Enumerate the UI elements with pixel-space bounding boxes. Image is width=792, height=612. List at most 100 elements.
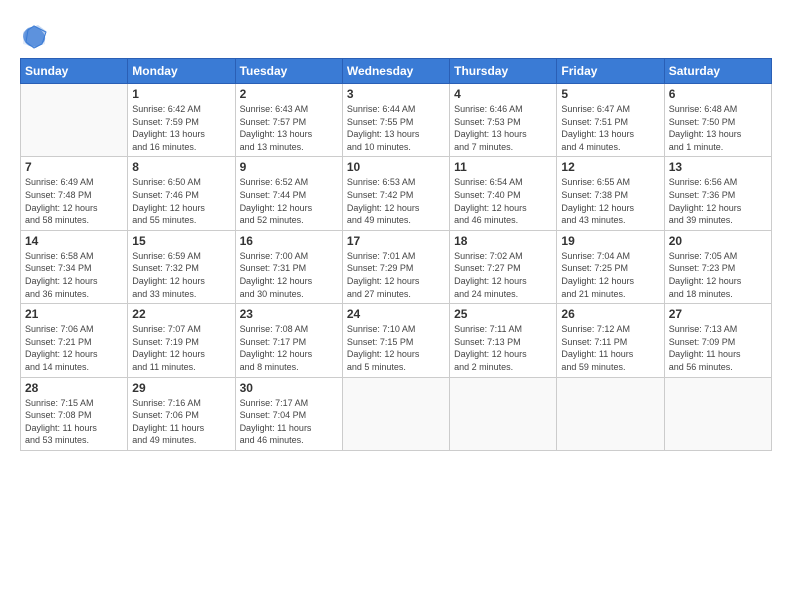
day-cell: 16 Sunrise: 7:00 AM Sunset: 7:31 PM Dayli… <box>235 230 342 303</box>
day-info: Sunrise: 6:46 AM Sunset: 7:53 PM Dayligh… <box>454 103 552 153</box>
day-info: Sunrise: 7:12 AM Sunset: 7:11 PM Dayligh… <box>561 323 659 373</box>
day-number: 7 <box>25 160 123 174</box>
day-cell: 15Sunrise: 6:59 AM Sunset: 7:32 PM Dayli… <box>128 230 235 303</box>
day-info: Sunrise: 7:15 AM Sunset: 7:08 PM Dayligh… <box>25 397 123 447</box>
weekday-header-monday: Monday <box>128 59 235 84</box>
day-number: 27 <box>669 307 767 321</box>
day-cell <box>664 377 771 450</box>
day-number: 17 <box>347 234 445 248</box>
day-number: 25 <box>454 307 552 321</box>
day-number: 10 <box>347 160 445 174</box>
day-number: 3 <box>347 87 445 101</box>
day-info: Sunrise: 6:42 AM Sunset: 7:59 PM Dayligh… <box>132 103 230 153</box>
day-info: Sunrise: 7:06 AM Sunset: 7:21 PM Dayligh… <box>25 323 123 373</box>
day-cell: 14 Sunrise: 6:58 AM Sunset: 7:34 PM Dayli… <box>21 230 128 303</box>
day-number: 9 <box>240 160 338 174</box>
day-number: 11 <box>454 160 552 174</box>
day-info: Sunrise: 6:48 AM Sunset: 7:50 PM Dayligh… <box>669 103 767 153</box>
day-info: Sunrise: 7:07 AM Sunset: 7:19 PM Dayligh… <box>132 323 230 373</box>
day-cell <box>450 377 557 450</box>
calendar: SundayMondayTuesdayWednesdayThursdayFrid… <box>20 58 772 451</box>
day-info: Sunrise: 7:05 AM Sunset: 7:23 PM Dayligh… <box>669 250 767 300</box>
day-number: 18 <box>454 234 552 248</box>
day-number: 20 <box>669 234 767 248</box>
day-number: 16 <box>240 234 338 248</box>
day-number: 2 <box>240 87 338 101</box>
day-cell: 2 Sunrise: 6:43 AM Sunset: 7:57 PM Daylig… <box>235 84 342 157</box>
day-cell: 18 Sunrise: 7:02 AM Sunset: 7:27 PM Dayli… <box>450 230 557 303</box>
week-row-3: 21Sunrise: 7:06 AM Sunset: 7:21 PM Dayli… <box>21 304 772 377</box>
day-cell <box>21 84 128 157</box>
day-cell: 6Sunrise: 6:48 AM Sunset: 7:50 PM Daylig… <box>664 84 771 157</box>
day-cell: 4 Sunrise: 6:46 AM Sunset: 7:53 PM Daylig… <box>450 84 557 157</box>
day-cell: 7 Sunrise: 6:49 AM Sunset: 7:48 PM Daylig… <box>21 157 128 230</box>
week-row-2: 14 Sunrise: 6:58 AM Sunset: 7:34 PM Dayli… <box>21 230 772 303</box>
day-info: Sunrise: 6:58 AM Sunset: 7:34 PM Dayligh… <box>25 250 123 300</box>
day-cell: 12 Sunrise: 6:55 AM Sunset: 7:38 PM Dayli… <box>557 157 664 230</box>
day-info: Sunrise: 6:44 AM Sunset: 7:55 PM Dayligh… <box>347 103 445 153</box>
day-info: Sunrise: 6:54 AM Sunset: 7:40 PM Dayligh… <box>454 176 552 226</box>
day-cell <box>557 377 664 450</box>
day-cell: 21Sunrise: 7:06 AM Sunset: 7:21 PM Dayli… <box>21 304 128 377</box>
logo-icon <box>20 22 48 50</box>
page: SundayMondayTuesdayWednesdayThursdayFrid… <box>0 0 792 612</box>
week-row-0: 1 Sunrise: 6:42 AM Sunset: 7:59 PM Daylig… <box>21 84 772 157</box>
weekday-header-wednesday: Wednesday <box>342 59 449 84</box>
day-cell: 26 Sunrise: 7:12 AM Sunset: 7:11 PM Dayli… <box>557 304 664 377</box>
day-info: Sunrise: 7:01 AM Sunset: 7:29 PM Dayligh… <box>347 250 445 300</box>
day-number: 13 <box>669 160 767 174</box>
day-number: 19 <box>561 234 659 248</box>
day-cell: 8 Sunrise: 6:50 AM Sunset: 7:46 PM Daylig… <box>128 157 235 230</box>
weekday-header-thursday: Thursday <box>450 59 557 84</box>
weekday-header-row: SundayMondayTuesdayWednesdayThursdayFrid… <box>21 59 772 84</box>
logo <box>20 22 52 50</box>
day-cell <box>342 377 449 450</box>
day-number: 29 <box>132 381 230 395</box>
day-cell: 1 Sunrise: 6:42 AM Sunset: 7:59 PM Daylig… <box>128 84 235 157</box>
week-row-1: 7 Sunrise: 6:49 AM Sunset: 7:48 PM Daylig… <box>21 157 772 230</box>
day-info: Sunrise: 7:04 AM Sunset: 7:25 PM Dayligh… <box>561 250 659 300</box>
day-cell: 5 Sunrise: 6:47 AM Sunset: 7:51 PM Daylig… <box>557 84 664 157</box>
day-number: 4 <box>454 87 552 101</box>
day-info: Sunrise: 6:53 AM Sunset: 7:42 PM Dayligh… <box>347 176 445 226</box>
day-number: 14 <box>25 234 123 248</box>
weekday-header-friday: Friday <box>557 59 664 84</box>
day-info: Sunrise: 7:08 AM Sunset: 7:17 PM Dayligh… <box>240 323 338 373</box>
day-info: Sunrise: 7:00 AM Sunset: 7:31 PM Dayligh… <box>240 250 338 300</box>
day-info: Sunrise: 7:11 AM Sunset: 7:13 PM Dayligh… <box>454 323 552 373</box>
day-cell: 9 Sunrise: 6:52 AM Sunset: 7:44 PM Daylig… <box>235 157 342 230</box>
day-info: Sunrise: 6:50 AM Sunset: 7:46 PM Dayligh… <box>132 176 230 226</box>
day-cell: 28Sunrise: 7:15 AM Sunset: 7:08 PM Dayli… <box>21 377 128 450</box>
day-info: Sunrise: 6:52 AM Sunset: 7:44 PM Dayligh… <box>240 176 338 226</box>
day-info: Sunrise: 7:02 AM Sunset: 7:27 PM Dayligh… <box>454 250 552 300</box>
day-number: 24 <box>347 307 445 321</box>
day-cell: 29 Sunrise: 7:16 AM Sunset: 7:06 PM Dayli… <box>128 377 235 450</box>
day-cell: 20 Sunrise: 7:05 AM Sunset: 7:23 PM Dayli… <box>664 230 771 303</box>
weekday-header-tuesday: Tuesday <box>235 59 342 84</box>
day-info: Sunrise: 6:56 AM Sunset: 7:36 PM Dayligh… <box>669 176 767 226</box>
day-number: 1 <box>132 87 230 101</box>
day-number: 5 <box>561 87 659 101</box>
day-cell: 11 Sunrise: 6:54 AM Sunset: 7:40 PM Dayli… <box>450 157 557 230</box>
day-cell: 27 Sunrise: 7:13 AM Sunset: 7:09 PM Dayli… <box>664 304 771 377</box>
day-cell: 30Sunrise: 7:17 AM Sunset: 7:04 PM Dayli… <box>235 377 342 450</box>
day-cell: 13 Sunrise: 6:56 AM Sunset: 7:36 PM Dayli… <box>664 157 771 230</box>
day-cell: 10 Sunrise: 6:53 AM Sunset: 7:42 PM Dayli… <box>342 157 449 230</box>
day-info: Sunrise: 7:10 AM Sunset: 7:15 PM Dayligh… <box>347 323 445 373</box>
day-info: Sunrise: 6:55 AM Sunset: 7:38 PM Dayligh… <box>561 176 659 226</box>
day-number: 26 <box>561 307 659 321</box>
day-number: 22 <box>132 307 230 321</box>
day-info: Sunrise: 6:47 AM Sunset: 7:51 PM Dayligh… <box>561 103 659 153</box>
day-info: Sunrise: 6:49 AM Sunset: 7:48 PM Dayligh… <box>25 176 123 226</box>
weekday-header-sunday: Sunday <box>21 59 128 84</box>
day-info: Sunrise: 7:16 AM Sunset: 7:06 PM Dayligh… <box>132 397 230 447</box>
day-info: Sunrise: 6:43 AM Sunset: 7:57 PM Dayligh… <box>240 103 338 153</box>
day-cell: 23 Sunrise: 7:08 AM Sunset: 7:17 PM Dayli… <box>235 304 342 377</box>
day-cell: 19 Sunrise: 7:04 AM Sunset: 7:25 PM Dayli… <box>557 230 664 303</box>
day-number: 23 <box>240 307 338 321</box>
day-number: 8 <box>132 160 230 174</box>
day-info: Sunrise: 7:13 AM Sunset: 7:09 PM Dayligh… <box>669 323 767 373</box>
day-number: 12 <box>561 160 659 174</box>
week-row-4: 28Sunrise: 7:15 AM Sunset: 7:08 PM Dayli… <box>21 377 772 450</box>
day-cell: 25 Sunrise: 7:11 AM Sunset: 7:13 PM Dayli… <box>450 304 557 377</box>
